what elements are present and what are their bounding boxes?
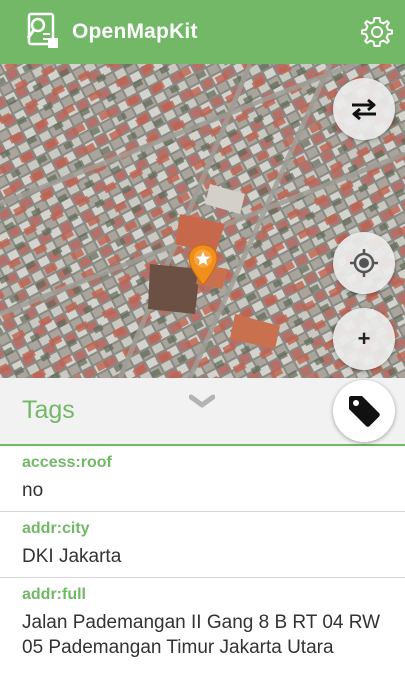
- swap-arrows-icon: [352, 98, 376, 121]
- app-title: OpenMapKit: [72, 20, 198, 43]
- tag-key: addr:full: [22, 586, 86, 603]
- tag-value: DKI Jakarta: [22, 546, 122, 567]
- tag-key: addr:city: [22, 520, 90, 537]
- tag-icon: [349, 396, 380, 427]
- tag-key: access:roof: [22, 454, 112, 471]
- edit-tags-button[interactable]: [333, 380, 395, 442]
- tag-row[interactable]: addr:full Jalan Pademangan II Gang 8 B R…: [0, 578, 405, 668]
- star-map-pin-icon[interactable]: [187, 244, 219, 286]
- tag-list: access:roof no addr:city DKI Jakarta add…: [0, 446, 405, 668]
- plus-icon: +: [357, 326, 371, 351]
- zoom-in-button[interactable]: +: [333, 308, 395, 370]
- tag-row[interactable]: access:roof no: [0, 446, 405, 512]
- swap-map-layer-button[interactable]: [333, 78, 395, 140]
- openmapkit-logo-icon: [26, 12, 58, 48]
- satellite-map[interactable]: +: [0, 64, 405, 378]
- chevron-down-icon[interactable]: [189, 394, 215, 410]
- gps-locate-icon: [350, 249, 378, 277]
- tag-value: no: [22, 480, 44, 501]
- gear-icon[interactable]: [360, 15, 394, 49]
- locate-me-button[interactable]: [333, 232, 395, 294]
- tag-value: Jalan Pademangan II Gang 8 B RT 04 RW 05…: [22, 612, 381, 658]
- tags-title: Tags: [22, 396, 75, 424]
- tag-row[interactable]: addr:city DKI Jakarta: [0, 512, 405, 578]
- app-bar: OpenMapKit: [0, 0, 405, 64]
